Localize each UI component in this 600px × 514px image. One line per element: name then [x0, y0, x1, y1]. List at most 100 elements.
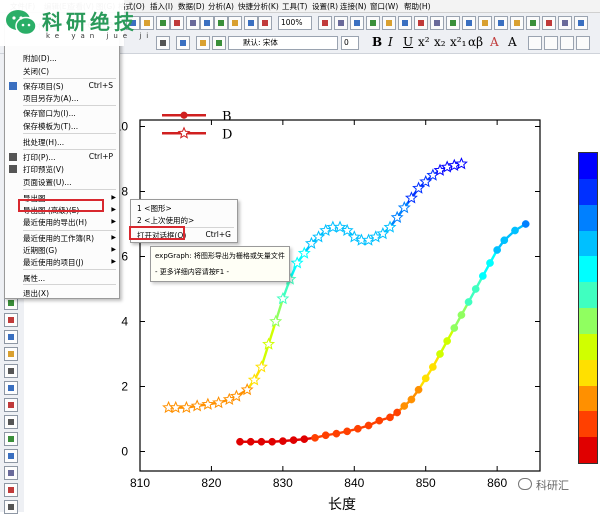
file-menu-item-16[interactable]: 最近使用的项目(J) [23, 257, 84, 268]
toolbar-button-4[interactable] [186, 16, 200, 30]
toolbar-button-3[interactable] [170, 16, 184, 30]
format-button-7[interactable]: A [490, 35, 499, 49]
y-tick-label: 2 [121, 380, 128, 394]
toolbar-button-r6[interactable] [414, 16, 428, 30]
toolbar-button-7[interactable] [228, 16, 242, 30]
colorbar-segment [579, 385, 597, 412]
edit-button-1[interactable] [176, 36, 190, 50]
menubar-item-13[interactable]: 帮助(H) [404, 1, 431, 12]
file-menu-item-15[interactable]: 近期图(G) [23, 245, 57, 256]
tool-button-24[interactable] [4, 466, 18, 480]
menubar-item-10[interactable]: 设置(R) [312, 1, 338, 12]
tool-button-22[interactable] [4, 432, 18, 446]
file-menu-item-7[interactable]: 批处理(H)... [23, 137, 64, 148]
toolbar-button-r8[interactable] [446, 16, 460, 30]
tool-button-17[interactable] [4, 347, 18, 361]
menubar-item-12[interactable]: 窗口(W) [370, 1, 398, 12]
toolbar-icon [322, 20, 328, 26]
tool-button-15[interactable] [4, 313, 18, 327]
menubar-item-11[interactable]: 连接(N) [340, 1, 366, 12]
toolbar-button-r5[interactable] [398, 16, 412, 30]
toolbar-button-r13[interactable] [526, 16, 540, 30]
file-menu-item-4[interactable]: 项目另存为(A)... [23, 93, 79, 104]
file-menu-item-14[interactable]: 最近使用的工作簿(R) [23, 233, 94, 244]
menubar-item-8[interactable]: 快捷分析(K) [238, 1, 279, 12]
toolbar-button-1[interactable] [140, 16, 154, 30]
series-D-point [269, 314, 283, 328]
tool-button-21[interactable] [4, 415, 18, 429]
format-button-8[interactable]: A [508, 35, 517, 49]
edit-button-0[interactable] [156, 36, 170, 50]
file-menu-item-3[interactable]: 保存项目(S) [23, 81, 64, 92]
tool-button-19[interactable] [4, 381, 18, 395]
file-menu-item-17[interactable]: 属性... [23, 273, 45, 284]
series-B-point [268, 437, 276, 446]
toolbar-icon [174, 20, 180, 26]
tool-button-25[interactable] [4, 483, 18, 497]
toolbar-button-r3[interactable] [366, 16, 380, 30]
series-B-point [479, 272, 487, 280]
format-button-5[interactable]: x²₁ [450, 35, 466, 49]
colorbar-segment [579, 359, 597, 386]
toolbar-button-9[interactable] [258, 16, 272, 30]
font-name-combobox[interactable]: 默认: 宋体 [228, 36, 338, 50]
menu-item-icon [9, 165, 17, 173]
toolbar-button-r10[interactable] [478, 16, 492, 30]
format-button-0[interactable]: B [372, 35, 382, 49]
submenu-item-0[interactable]: 1 <图形> [137, 203, 172, 214]
toolbar-button-2[interactable] [156, 16, 170, 30]
file-menu-item-1[interactable]: 附加(D)... [23, 53, 57, 64]
menubar-item-7[interactable]: 分析(A) [208, 1, 234, 12]
align-button-2[interactable] [560, 36, 574, 50]
toolbar-button-r12[interactable] [510, 16, 524, 30]
menubar-item-9[interactable]: 工具(T) [282, 1, 307, 12]
edit-button-3[interactable] [212, 36, 226, 50]
tool-button-18[interactable] [4, 364, 18, 378]
toolbar-button-r1[interactable] [334, 16, 348, 30]
file-menu-item-8[interactable]: 打印(P)... [23, 152, 56, 163]
format-button-4[interactable]: x₂ [434, 35, 446, 49]
tool-button-20[interactable] [4, 398, 18, 412]
align-button-3[interactable] [576, 36, 590, 50]
align-button-0[interactable] [528, 36, 542, 50]
tool-button-16[interactable] [4, 330, 18, 344]
toolbar-icon [578, 20, 584, 26]
format-button-2[interactable]: U [403, 35, 413, 49]
file-menu-item-10[interactable]: 页面设置(U)... [23, 177, 72, 188]
format-button-1[interactable]: I [388, 35, 393, 49]
zoom-combobox[interactable]: 100% [278, 16, 312, 30]
toolbar-button-r7[interactable] [430, 16, 444, 30]
edit-button-2[interactable] [196, 36, 210, 50]
font-size-combobox[interactable]: 0 [341, 36, 359, 50]
edit-icon [160, 40, 166, 46]
file-menu-item-5[interactable]: 保存窗口为(I)... [23, 108, 76, 119]
toolbar-button-r16[interactable] [574, 16, 588, 30]
file-menu-item-18[interactable]: 退出(X) [23, 288, 49, 299]
toolbar-button-r2[interactable] [350, 16, 364, 30]
toolbar-button-5[interactable] [200, 16, 214, 30]
toolbar-icon [546, 20, 552, 26]
toolbar-button-r9[interactable] [462, 16, 476, 30]
file-menu-item-9[interactable]: 打印预览(V) [23, 164, 64, 175]
toolbar-button-8[interactable] [244, 16, 258, 30]
submenu-arrow-icon: ▶ [111, 194, 116, 201]
toolbar-button-r14[interactable] [542, 16, 556, 30]
submenu-item-1[interactable]: 2 <上次使用的> [137, 215, 194, 226]
file-menu-item-2[interactable]: 关闭(C) [23, 66, 49, 77]
toolbar-button-r15[interactable] [558, 16, 572, 30]
format-button-3[interactable]: x² [418, 35, 430, 49]
file-menu-item-13[interactable]: 最近使用的导出(H) [23, 217, 87, 228]
menubar-item-5[interactable]: 插入(I) [150, 1, 173, 12]
toolbar-button-r4[interactable] [382, 16, 396, 30]
toolbar-button-6[interactable] [214, 16, 228, 30]
toolbar-button-r11[interactable] [494, 16, 508, 30]
menu-separator [23, 284, 116, 285]
align-button-1[interactable] [544, 36, 558, 50]
menubar-item-6[interactable]: 数据(D) [178, 1, 205, 12]
tool-button-23[interactable] [4, 449, 18, 463]
tool-icon [8, 470, 14, 476]
file-menu-item-6[interactable]: 保存模板为(T)... [23, 121, 78, 132]
format-button-6[interactable]: αβ [468, 35, 483, 49]
toolbar-button-r0[interactable] [318, 16, 332, 30]
plot-frame [139, 119, 541, 472]
